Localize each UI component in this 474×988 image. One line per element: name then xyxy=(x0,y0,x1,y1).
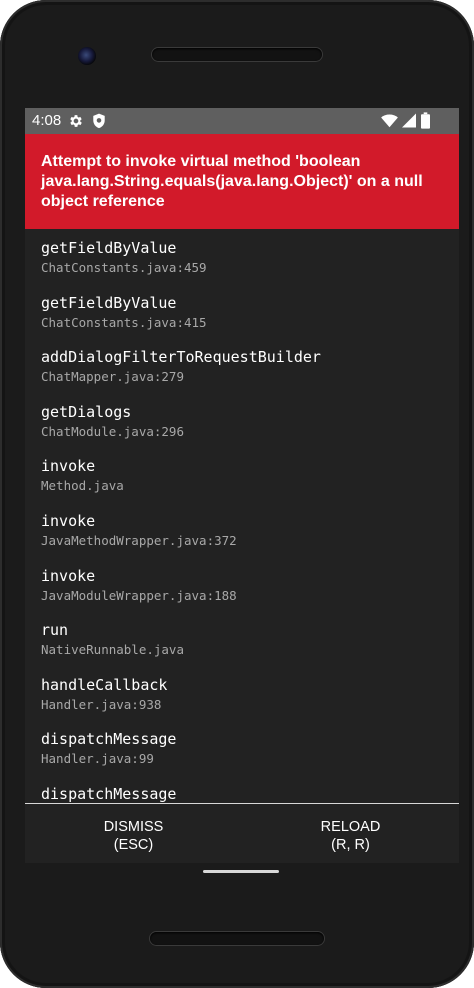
stack-frame[interactable]: getDialogs ChatModule.java:296 xyxy=(25,393,459,448)
frame-method: run xyxy=(41,621,69,640)
status-bar: 4:08 xyxy=(25,108,459,134)
frame-method: invoke xyxy=(41,566,96,585)
frame-method: handleCallback xyxy=(41,675,168,694)
frame-file: ChatConstants.java:459 xyxy=(41,260,207,275)
frame-file: Handler.java:99 xyxy=(41,751,154,767)
front-camera xyxy=(78,47,96,65)
error-banner: Attempt to invoke virtual method 'boolea… xyxy=(25,134,459,229)
screen: 4:08 Attempt to invoke virtual method 'b… xyxy=(25,108,459,863)
stack-frame[interactable]: invoke JavaModuleWrapper.java:188 xyxy=(25,557,459,612)
battery-icon xyxy=(421,112,430,129)
frame-method: getFieldByValue xyxy=(41,293,177,312)
home-gesture-handle[interactable] xyxy=(203,870,279,873)
stack-frame[interactable]: dispatchMessage Handler.java:99 xyxy=(25,720,459,775)
frame-file: NativeRunnable.java xyxy=(41,642,184,658)
frame-method: dispatchMessage xyxy=(41,784,177,803)
status-time: 4:08 xyxy=(32,112,62,129)
stack-trace-list[interactable]: getFieldByValue ChatConstants.java:459 g… xyxy=(25,229,459,804)
phone-frame: 4:08 Attempt to invoke virtual method 'b… xyxy=(0,0,474,988)
shield-icon xyxy=(93,113,105,129)
reload-label: RELOAD xyxy=(320,819,381,835)
stack-frame[interactable]: getFieldByValue ChatConstants.java:415 xyxy=(25,284,459,339)
earpiece-speaker xyxy=(152,48,322,61)
dismiss-button[interactable]: DISMISS (ESC) xyxy=(25,804,242,863)
frame-file: Handler.java:938 xyxy=(41,696,162,712)
frame-method: dispatchMessage xyxy=(41,730,177,749)
reload-button[interactable]: RELOAD (R, R) xyxy=(242,804,459,863)
frame-method: getDialogs xyxy=(41,402,132,421)
frame-method: invoke xyxy=(41,457,96,476)
signal-icon xyxy=(402,113,416,128)
bottom-speaker xyxy=(150,932,324,945)
stack-frame[interactable]: getFieldByValue ChatConstants.java:459 xyxy=(25,229,459,284)
dismiss-label: DISMISS xyxy=(103,819,164,835)
stack-frame[interactable]: run NativeRunnable.java xyxy=(25,611,459,666)
error-message: Attempt to invoke virtual method 'boolea… xyxy=(41,153,423,210)
frame-method: addDialogFilterToRequestBuilder xyxy=(41,348,321,367)
frame-method: invoke xyxy=(41,511,96,530)
stack-frame[interactable]: invoke JavaMethodWrapper.java:372 xyxy=(25,502,459,557)
dismiss-shortcut: (ESC) xyxy=(113,837,154,853)
stack-frame[interactable]: handleCallback Handler.java:938 xyxy=(25,666,459,721)
gear-icon xyxy=(70,115,82,127)
frame-file: ChatConstants.java:415 xyxy=(41,314,207,330)
frame-file: JavaMethodWrapper.java:372 xyxy=(41,532,237,548)
frame-file: ChatMapper.java:279 xyxy=(41,369,184,385)
action-bar: DISMISS (ESC) RELOAD (R, R) xyxy=(25,804,459,863)
frame-file: ChatModule.java:296 xyxy=(41,423,184,439)
wifi-icon xyxy=(381,114,398,128)
stack-frame[interactable]: invoke Method.java xyxy=(25,447,459,502)
frame-file: Method.java xyxy=(41,478,124,494)
frame-file: JavaModuleWrapper.java:188 xyxy=(41,587,237,603)
stack-frame[interactable]: addDialogFilterToRequestBuilder ChatMapp… xyxy=(25,338,459,393)
stack-frame[interactable]: dispatchMessage xyxy=(25,775,459,804)
reload-shortcut: (R, R) xyxy=(331,837,370,853)
frame-method: getFieldByValue xyxy=(41,239,177,257)
